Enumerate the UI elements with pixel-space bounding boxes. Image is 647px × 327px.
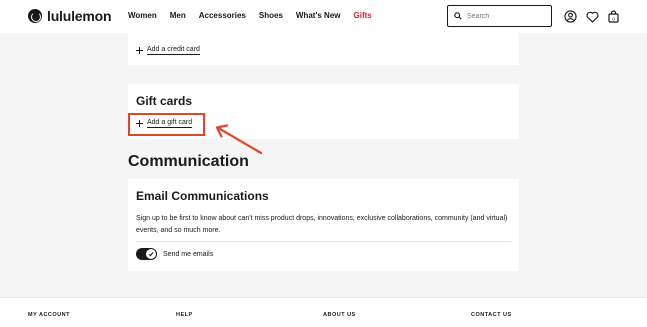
send-emails-row: Send me emails [136,248,213,260]
main-nav: Women Men Accessories Shoes What's New G… [128,11,372,20]
lululemon-logo-icon [28,9,42,23]
divider [136,241,511,242]
site-header: lululemon Women Men Accessories Shoes Wh… [0,0,647,33]
search-input[interactable] [467,12,547,20]
annotation-highlight-box [128,113,205,136]
gift-cards-title: Gift cards [136,94,193,108]
email-communications-panel: Email Communications Sign up to be first… [128,179,519,271]
add-credit-card-label: Add a credit card [147,46,200,55]
nav-item-men[interactable]: Men [170,11,186,20]
add-credit-card-link[interactable]: Add a credit card [136,46,200,55]
nav-item-accessories[interactable]: Accessories [199,11,246,20]
site-footer: MY ACCOUNT HELP ABOUT US CONTACT US [0,297,647,327]
wishlist-heart-icon[interactable] [586,10,599,23]
communication-heading: Communication [128,153,249,170]
footer-contact-us[interactable]: CONTACT US [471,312,512,318]
send-emails-toggle[interactable] [136,248,157,260]
nav-item-gifts[interactable]: Gifts [354,11,372,20]
search-box [447,5,552,27]
footer-my-account[interactable]: MY ACCOUNT [28,312,70,318]
svg-text:0: 0 [612,16,615,21]
toggle-knob [146,249,156,259]
plus-icon [136,47,143,54]
nav-item-whats-new[interactable]: What's New [296,11,341,20]
payment-card-panel: Add a credit card [128,33,519,65]
send-emails-label: Send me emails [163,250,214,258]
email-communications-title: Email Communications [136,189,269,203]
logo[interactable]: lululemon [28,8,112,24]
email-communications-description: Sign up to be first to know about can't … [136,215,508,234]
footer-about-us[interactable]: ABOUT US [323,312,356,318]
shopping-bag-icon[interactable]: 0 [607,10,620,23]
account-icon[interactable] [564,10,577,23]
annotation-arrow-icon [215,124,263,155]
logo-text: lululemon [47,8,112,24]
nav-item-shoes[interactable]: Shoes [259,11,283,20]
nav-item-women[interactable]: Women [128,11,157,20]
check-icon [148,252,154,257]
search-icon [454,7,462,25]
footer-help[interactable]: HELP [176,312,193,318]
